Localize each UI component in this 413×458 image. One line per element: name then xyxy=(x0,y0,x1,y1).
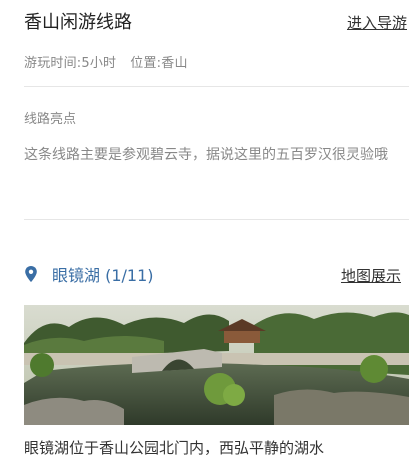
location-pin-icon xyxy=(25,266,37,282)
route-duration: 游玩时间:5小时 xyxy=(24,56,117,71)
route-location: 位置:香山 xyxy=(130,56,188,71)
enter-guide-link[interactable]: 进入导游 xyxy=(347,12,407,33)
highlights-description: 这条线路主要是参观碧云寺，据说这里的五百罗汉很灵验哦 xyxy=(24,147,388,163)
stop-name: 眼镜湖 (1/11) xyxy=(52,266,154,285)
map-view-link[interactable]: 地图展示 xyxy=(341,265,401,286)
divider xyxy=(24,219,409,220)
highlights-label: 线路亮点 xyxy=(24,112,77,127)
lake-photo xyxy=(24,305,409,425)
stop-description: 眼镜湖位于香山公园北门内，西弘平静的湖水 xyxy=(24,439,325,457)
divider xyxy=(24,86,409,87)
stop-header: 眼镜湖 (1/11) xyxy=(24,263,154,285)
route-title: 香山闲游线路 xyxy=(24,12,132,33)
route-meta: 游玩时间:5小时 位置:香山 xyxy=(24,52,188,71)
stop-photo[interactable] xyxy=(24,305,409,425)
